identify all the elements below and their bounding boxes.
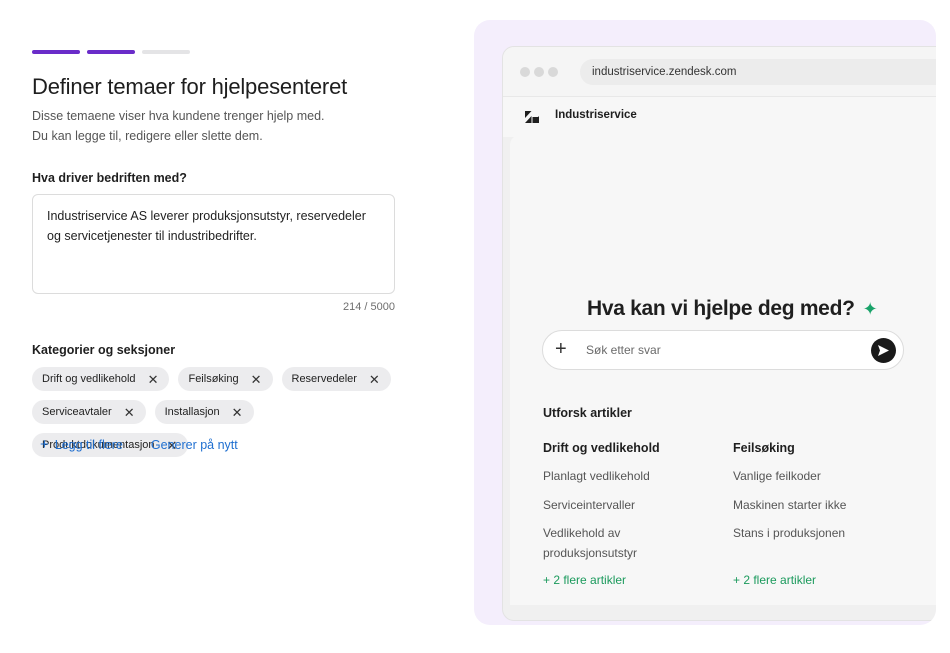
progress-step-1 [32,50,80,54]
page-subtitle: Disse temaene viser hva kundene trenger … [32,107,412,146]
more-articles-link[interactable]: + 2 flere artikler [543,573,626,587]
article-link[interactable]: Maskinen starter ikke [733,496,893,516]
article-link[interactable]: Vedlikehold av produksjonsutstyr [543,524,663,563]
category-chip[interactable]: Drift og vedlikehold ✕ [32,367,170,391]
subtitle-line-1: Disse temaene viser hva kundene trenger … [32,109,325,123]
categories-label: Kategorier og seksjoner [32,343,176,357]
close-icon[interactable]: ✕ [148,373,159,386]
browser-mockup: industriservice.zendesk.com Industriserv… [502,46,936,621]
add-more-button[interactable]: + Legg til flere [40,437,123,452]
close-icon[interactable]: ✕ [124,406,135,419]
url-bar: industriservice.zendesk.com [580,59,936,85]
article-link[interactable]: Stans i produksjonen [733,524,893,544]
window-dots [520,67,558,77]
article-column: Drift og vedlikehold Planlagt vedlikehol… [543,441,703,587]
progress-step-2 [87,50,135,54]
page-title: Definer temaer for hjelpesenteret [32,74,348,99]
category-chip[interactable]: Installasjon ✕ [154,400,254,424]
send-icon [878,345,889,356]
chip-label: Serviceavtaler [42,406,112,418]
browser-chrome: industriservice.zendesk.com [503,47,936,97]
business-description-field[interactable]: Industriservice AS leverer produksjonsut… [32,194,395,294]
chip-label: Reservedeler [291,373,357,385]
brand-name: Industriservice [555,109,637,121]
explore-title: Utforsk artikler [543,406,632,420]
column-title[interactable]: Drift og vedlikehold [543,441,703,455]
article-column: Feilsøking Vanlige feilkoder Maskinen st… [733,441,893,587]
category-chip[interactable]: Serviceavtaler ✕ [32,400,146,424]
zendesk-logo-icon [525,111,539,123]
hero-title-text: Hva kan vi hjelpe deg med? [587,297,855,320]
close-icon[interactable]: ✕ [232,406,243,419]
progress-step-3 [142,50,190,54]
help-center-page: Hva kan vi hjelpe deg med? ✦ + Søk etter… [510,135,936,605]
article-link[interactable]: Serviceintervaller [543,496,703,516]
sparkle-icon: ✦ [862,298,878,319]
category-chip[interactable]: Reservedeler ✕ [281,367,391,391]
add-more-label: Legg til flere [54,437,123,452]
article-link[interactable]: Vanlige feilkoder [733,467,893,487]
brand-header: Industriservice [503,97,936,137]
search-input[interactable]: Søk etter svar [586,343,661,357]
article-link[interactable]: Planlagt vedlikehold [543,467,703,487]
plus-icon: + [40,436,49,453]
help-center-preview: industriservice.zendesk.com Industriserv… [474,20,936,625]
subtitle-line-2: Du kan legge til, redigere eller slette … [32,128,263,143]
search-bar[interactable]: + Søk etter svar [542,330,904,370]
char-counter: 214 / 5000 [343,301,395,313]
plus-icon[interactable]: + [555,339,567,359]
close-icon[interactable]: ✕ [369,373,380,386]
progress-steps [32,50,190,54]
hero-title: Hva kan vi hjelpe deg med? ✦ [587,297,878,321]
category-chip[interactable]: Feilsøking ✕ [178,367,273,391]
more-articles-link[interactable]: + 2 flere artikler [733,573,816,587]
business-label: Hva driver bedriften med? [32,171,187,185]
chip-label: Feilsøking [188,373,239,385]
chip-label: Drift og vedlikehold [42,373,136,385]
send-button[interactable] [871,338,896,363]
regenerate-button[interactable]: Generer på nytt [151,437,238,452]
chip-label: Installasjon [164,406,220,418]
category-actions: + Legg til flere Generer på nytt [40,437,238,452]
regenerate-label: Generer på nytt [150,437,238,452]
column-title[interactable]: Feilsøking [733,441,893,455]
close-icon[interactable]: ✕ [251,373,262,386]
